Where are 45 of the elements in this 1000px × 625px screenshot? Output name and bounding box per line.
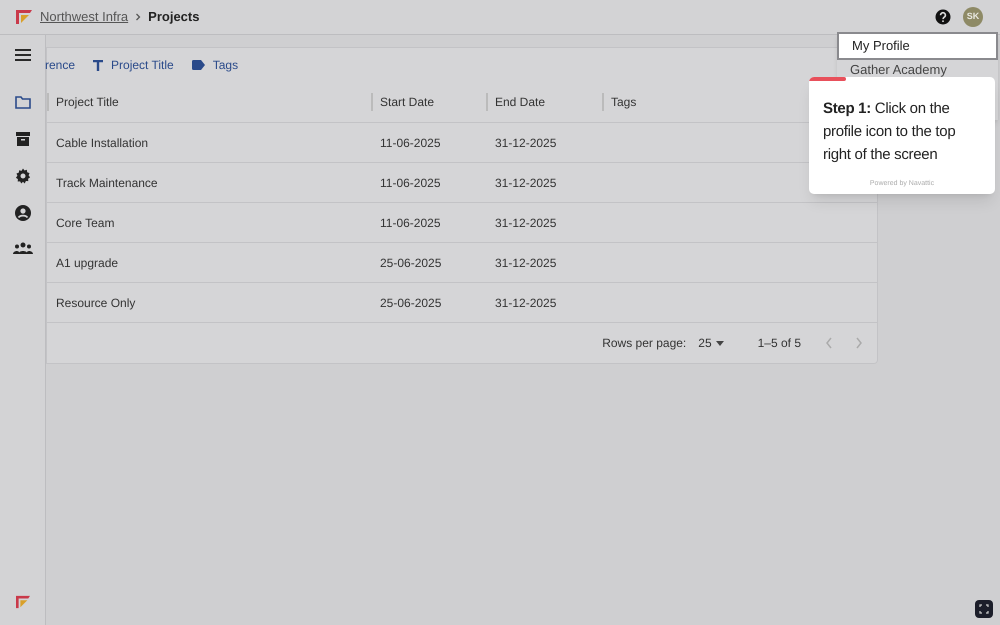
tag-icon <box>192 60 205 70</box>
account-icon[interactable] <box>14 205 30 221</box>
column-header[interactable]: Tags <box>611 93 636 111</box>
group-icon[interactable] <box>12 242 32 254</box>
column-toggle[interactable]: Tags <box>192 56 238 74</box>
tooltip-text: Step 1: Click on the profile icon to the top right of the screen <box>822 99 956 165</box>
table-cell: 31-12-2025 <box>495 216 556 230</box>
caret-icon <box>716 340 724 346</box>
table-cell: Cable Installation <box>56 136 148 150</box>
table-cell: 11-06-2025 <box>380 176 440 190</box>
table-cell: 11-06-2025 <box>380 136 440 150</box>
folder-icon[interactable] <box>14 95 30 109</box>
breadcrumb-link[interactable]: Northwest Infra <box>40 7 128 27</box>
table-cell: 25-06-2025 <box>380 256 442 270</box>
table-cell: 31-12-2025 <box>495 256 556 270</box>
menu-icon[interactable] <box>14 49 30 61</box>
column-header[interactable]: Project Title <box>56 93 119 111</box>
chevron-icon <box>134 13 142 21</box>
table-cell: 11-06-2025 <box>380 216 440 230</box>
column-toggle[interactable]: Project Title <box>93 56 174 74</box>
fullscreen-icon <box>979 604 989 614</box>
table-cell: 25-06-2025 <box>380 296 442 310</box>
fullscreen-button[interactable] <box>975 600 993 618</box>
archive-icon[interactable] <box>14 131 30 147</box>
page-range: 1–5 of 5 <box>758 335 801 352</box>
column-header[interactable]: End Date <box>495 93 546 111</box>
column-header[interactable]: Start Date <box>380 93 434 111</box>
text-icon <box>93 60 104 70</box>
table-cell: Track Maintenance <box>56 176 158 190</box>
table-cell: 31-12-2025 <box>495 176 556 190</box>
table-cell: 31-12-2025 <box>495 136 556 150</box>
table-cell: Core Team <box>56 216 114 230</box>
rows-per-page-select[interactable]: 25 <box>698 334 724 352</box>
table-cell: Resource Only <box>56 296 136 310</box>
menu-item[interactable]: My Profile <box>837 32 998 60</box>
logo-icon <box>15 9 33 25</box>
column-toggle[interactable]: rence <box>45 56 76 74</box>
settings-icon[interactable] <box>14 168 30 184</box>
rows-per-page-label: Rows per page: <box>602 335 686 352</box>
logo-icon <box>14 595 30 609</box>
breadcrumb-current: Projects <box>148 8 200 26</box>
table-cell: 31-12-2025 <box>495 296 556 310</box>
help-icon[interactable] <box>935 9 951 25</box>
table-cell: A1 upgrade <box>56 256 118 270</box>
menu-item[interactable]: Gather Academy <box>837 61 947 77</box>
